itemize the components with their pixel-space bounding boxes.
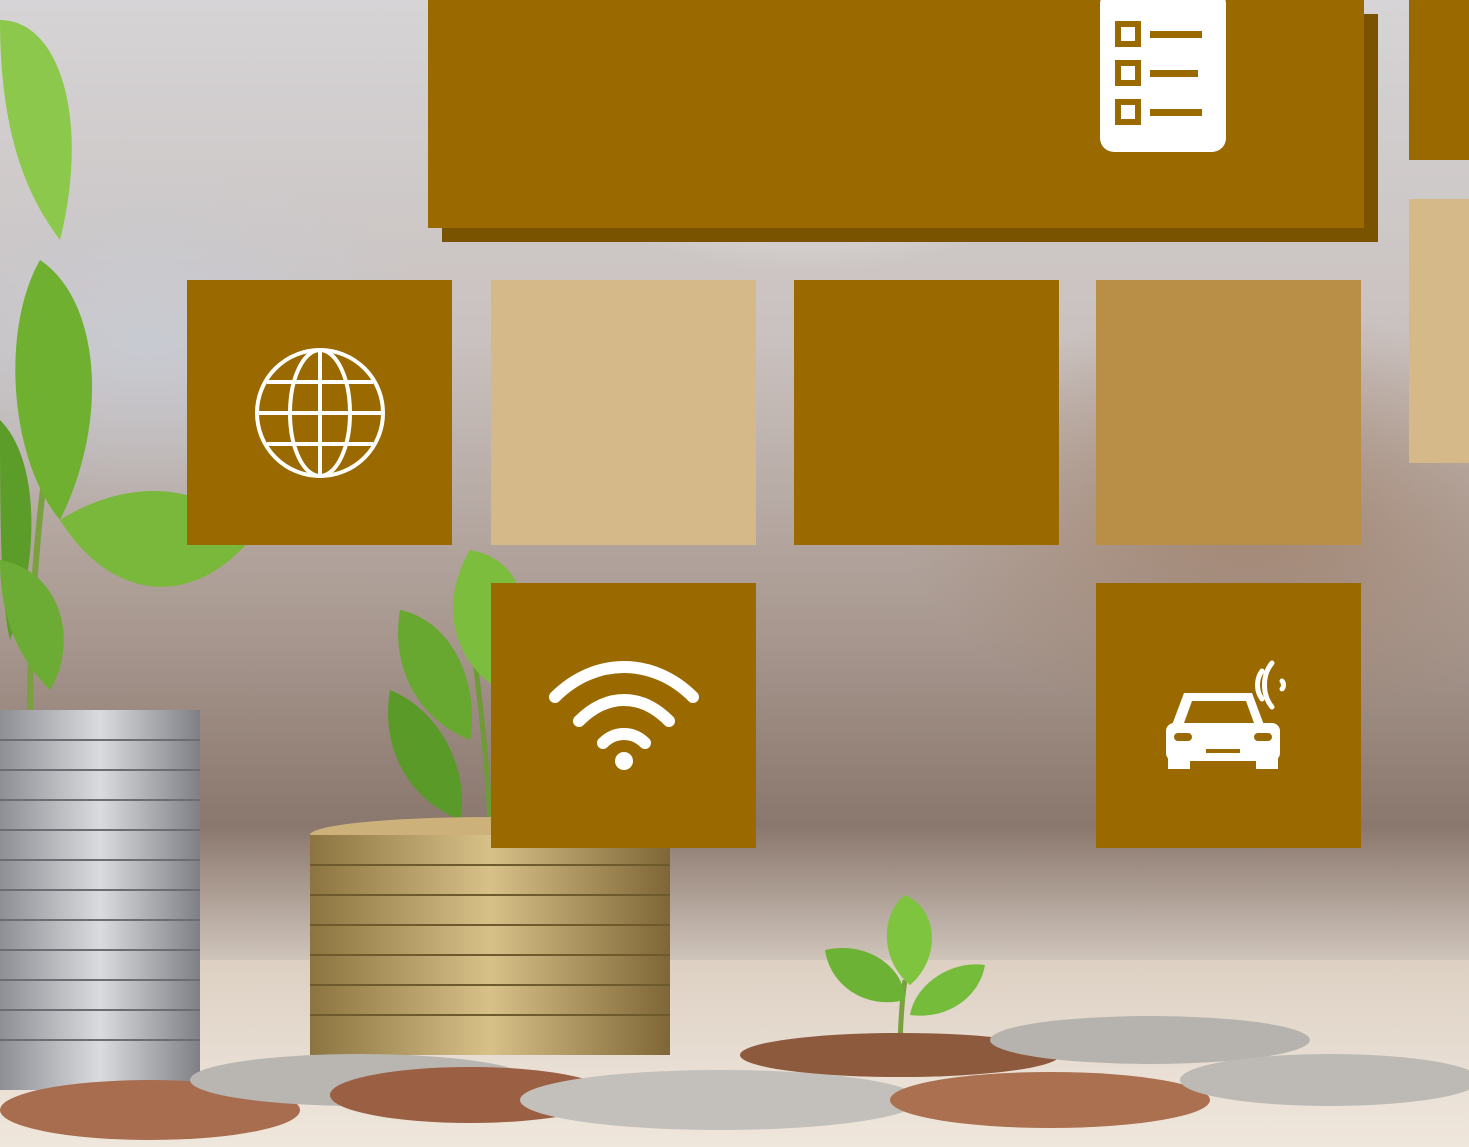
tile-right-top [1409,0,1469,160]
tile-right-middle [1409,199,1469,463]
globe-icon [255,348,385,478]
tile-blank-2 [794,280,1059,545]
tile-blank-3 [1096,280,1361,545]
tile-wifi [491,583,756,848]
tile-car [1096,583,1361,848]
scattered-coins [0,1016,1469,1140]
tile-globe [187,280,452,545]
top-banner [428,0,1364,228]
tile-blank-1 [491,280,756,545]
connected-car-icon [1166,660,1286,769]
checklist-icon [1100,0,1226,152]
wifi-icon [549,661,699,770]
